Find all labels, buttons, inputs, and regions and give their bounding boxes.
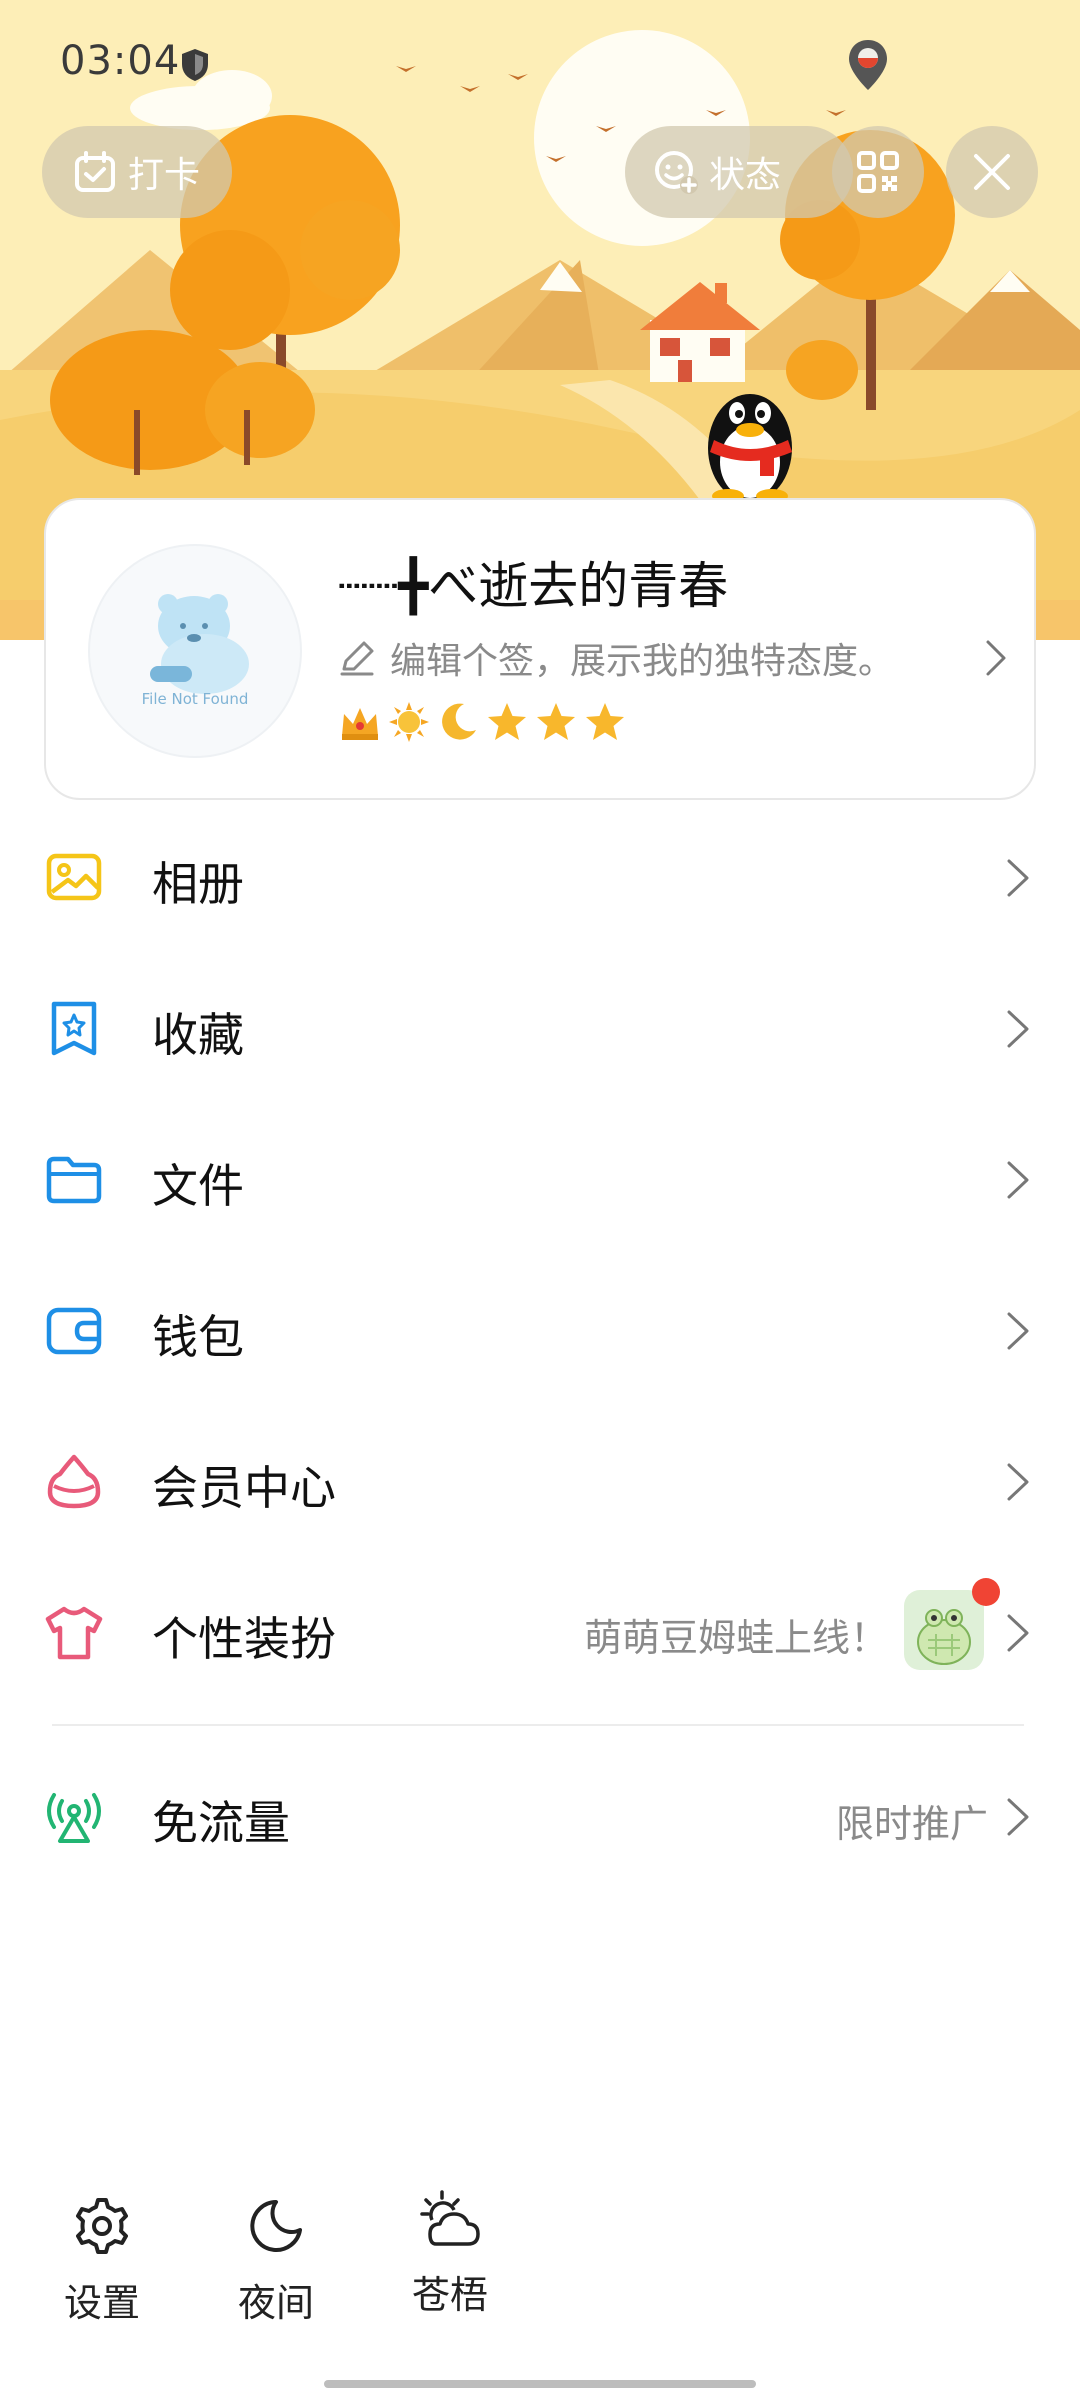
settings-button[interactable]: 设置 <box>42 2196 162 2327</box>
location-icon <box>849 40 887 90</box>
moon-icon <box>436 700 480 744</box>
chevron-right-icon <box>1007 1614 1029 1652</box>
status-button[interactable]: 状态 <box>625 126 853 218</box>
promo-text: 限时推广 <box>836 1802 989 1846</box>
free-data-icon <box>47 1793 101 1843</box>
wallet-icon <box>46 1307 102 1355</box>
avatar[interactable]: File Not Found <box>88 544 302 758</box>
menu-label: 免流量 <box>152 1796 290 1850</box>
tshirt-icon <box>45 1606 103 1660</box>
home-indicator[interactable] <box>324 2380 756 2388</box>
menu-label: 钱包 <box>152 1310 244 1364</box>
calendar-check-icon <box>75 151 115 192</box>
qr-code-button[interactable] <box>832 126 924 218</box>
frog-thumbnail[interactable] <box>904 1590 984 1670</box>
star-icon <box>485 700 529 744</box>
photo-album-icon <box>46 853 102 901</box>
moon-icon <box>250 2200 302 2252</box>
emoji-add-icon <box>655 151 698 194</box>
favorites-icon <box>51 1001 97 1056</box>
chevron-right-icon <box>1007 1463 1029 1501</box>
checkin-label: 打卡 <box>128 155 201 196</box>
bear-placeholder-icon <box>150 594 249 694</box>
menu-label: 收藏 <box>152 1008 244 1062</box>
divider <box>52 1724 1024 1726</box>
chevron-right-icon <box>986 640 1006 676</box>
night-mode-button[interactable]: 夜间 <box>216 2196 336 2327</box>
menu-label: 相册 <box>152 857 244 911</box>
nickname[interactable]: ┈┈╋べ逝去的青春 <box>338 546 728 618</box>
menu-item-wallet[interactable]: 钱包 <box>0 1255 1080 1405</box>
menu-item-free-data[interactable]: 免流量 限时推广 <box>0 1741 1080 1891</box>
chevron-right-icon <box>1007 1161 1029 1199</box>
chevron-right-icon <box>1007 859 1029 897</box>
folder-icon <box>46 1156 102 1204</box>
promo-text: 萌萌豆姆蛙上线！ <box>584 1616 889 1660</box>
star-icon <box>534 700 578 744</box>
weather-button[interactable]: 苍梧 <box>390 2188 510 2319</box>
menu-item-vip-center[interactable]: 会员中心 <box>0 1406 1080 1556</box>
close-button[interactable] <box>946 126 1038 218</box>
profile-card[interactable]: File Not Found ┈┈╋べ逝去的青春 编辑个签，展示我的独特态度。 <box>44 498 1036 800</box>
chevron-right-icon <box>1007 1010 1029 1048</box>
shield-icon <box>182 49 208 81</box>
status-label: 状态 <box>709 155 782 196</box>
settings-label: 设置 <box>63 2281 140 2325</box>
sun-icon <box>387 700 431 744</box>
crown-icon <box>338 700 382 744</box>
avatar-placeholder-text: File Not Found <box>141 690 249 708</box>
menu-label: 文件 <box>152 1159 244 1213</box>
gear-icon <box>76 2198 128 2254</box>
frog-icon <box>917 1609 971 1665</box>
chevron-right-icon <box>1007 1798 1029 1836</box>
status-bar: 03:04 <box>0 0 1080 130</box>
signature-row[interactable]: 编辑个签，展示我的独特态度。 <box>338 630 1008 686</box>
qr-code-icon <box>857 151 899 193</box>
signature-text: 编辑个签，展示我的独特态度。 <box>390 641 895 682</box>
status-time: 03:04 <box>60 38 181 84</box>
level-badges[interactable] <box>338 700 632 744</box>
menu-item-favorites[interactable]: 收藏 <box>0 953 1080 1103</box>
menu-item-album[interactable]: 相册 <box>0 802 1080 952</box>
menu-label: 个性装扮 <box>152 1612 336 1666</box>
night-mode-label: 夜间 <box>237 2281 314 2325</box>
close-icon <box>974 154 1010 190</box>
pencil-icon <box>340 641 374 676</box>
menu-label: 会员中心 <box>152 1461 336 1515</box>
checkin-button[interactable]: 打卡 <box>42 126 232 218</box>
weather-icon <box>420 2190 480 2246</box>
chevron-right-icon <box>1007 1312 1029 1350</box>
star-icon <box>583 700 627 744</box>
notification-dot <box>972 1578 1000 1606</box>
menu-item-files[interactable]: 文件 <box>0 1104 1080 1254</box>
vip-icon <box>47 1454 101 1509</box>
weather-label: 苍梧 <box>411 2273 488 2317</box>
